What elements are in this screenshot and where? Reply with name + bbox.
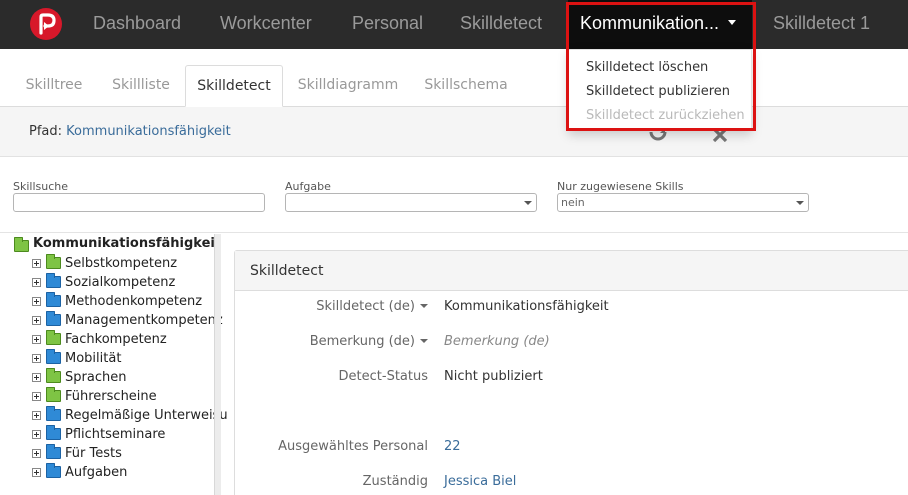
- expand-icon[interactable]: [32, 259, 41, 268]
- skilldetect-de-label[interactable]: Skilldetect (de): [228, 299, 428, 314]
- tree-root-label: Kommunikationsfähigkeit: [33, 236, 222, 251]
- tree-item-label: Fachkompetenz: [65, 332, 167, 347]
- tree-item-label: Pflichtseminare: [65, 427, 166, 442]
- nav-workcenter[interactable]: Workcenter: [220, 0, 312, 49]
- panel-title: Skilldetect: [250, 263, 324, 279]
- tree-item-label: Regelmäßige Unterweisu: [65, 408, 228, 423]
- tab-skilltree[interactable]: Skilltree: [16, 65, 92, 107]
- ausgewaehltes-personal-link[interactable]: 22: [444, 439, 461, 454]
- skillsuche-input[interactable]: [13, 193, 265, 212]
- caret-down-icon: [728, 20, 737, 26]
- bemerkung-de-label[interactable]: Bemerkung (de): [228, 334, 428, 349]
- folder-icon: [46, 292, 61, 307]
- bemerkung-de-value[interactable]: Bemerkung (de): [444, 334, 550, 349]
- tree-item-label: Aufgaben: [65, 465, 128, 480]
- skillsuche-label: Skillsuche: [13, 180, 69, 193]
- breadcrumb: Pfad: Kommunikationsfähigkeit: [29, 124, 231, 139]
- tree-root[interactable]: Kommunikationsfähigkeit: [14, 236, 221, 252]
- chevron-down-icon: [524, 201, 532, 205]
- row-label-text: Skilldetect (de): [316, 299, 415, 314]
- menu-item-skilldetect-publizieren[interactable]: Skilldetect publizieren: [586, 84, 730, 99]
- caret-down-icon: [420, 338, 428, 343]
- folder-icon: [46, 311, 61, 326]
- tab-bar: Skilltree Skillliste Skilldetect Skilldi…: [0, 49, 908, 107]
- menu-item-skilldetect-zurueckziehen: Skilldetect zurückziehen: [586, 108, 745, 123]
- folder-icon: [46, 463, 61, 478]
- app-root: Dashboard Workcenter Personal Skilldetec…: [0, 0, 908, 495]
- folder-icon: [46, 387, 61, 402]
- logo-icon: [39, 13, 56, 35]
- panel-header: Skilldetect: [235, 251, 908, 291]
- tree-scrollbar[interactable]: [214, 234, 221, 495]
- tree-item-label: Managementkompetenz: [65, 313, 223, 328]
- folder-icon: [46, 406, 61, 421]
- nav-personal[interactable]: Personal: [352, 0, 423, 49]
- zugewiesen-select[interactable]: nein: [557, 193, 809, 212]
- kommunikation-dropdown-menu: Skilldetect löschen Skilldetect publizie…: [568, 49, 752, 131]
- folder-icon: [46, 273, 61, 288]
- top-navbar: Dashboard Workcenter Personal Skilldetec…: [0, 0, 908, 49]
- folder-icon: [46, 368, 61, 383]
- expand-icon[interactable]: [32, 392, 41, 401]
- caret-down-icon: [420, 303, 428, 308]
- tab-skillliste[interactable]: Skillliste: [104, 65, 178, 107]
- expand-icon[interactable]: [32, 449, 41, 458]
- app-logo[interactable]: [30, 8, 62, 40]
- nav-kommunikation-label: Kommunikation...: [580, 13, 720, 33]
- zustaendig-link[interactable]: Jessica Biel: [444, 474, 516, 489]
- nav-skilldetect-1[interactable]: Skilldetect 1: [773, 0, 870, 49]
- nav-skilldetect[interactable]: Skilldetect: [460, 0, 542, 49]
- tree-item-label: Selbstkompetenz: [65, 256, 178, 271]
- path-label: Pfad:: [29, 124, 63, 139]
- path-value-link[interactable]: Kommunikationsfähigkeit: [66, 124, 231, 139]
- tree-item-label: Führerscheine: [65, 389, 157, 404]
- row-label-text: Bemerkung (de): [309, 334, 415, 349]
- menu-item-skilldetect-loeschen[interactable]: Skilldetect löschen: [586, 60, 708, 75]
- chevron-down-icon: [796, 201, 804, 205]
- skilldetect-de-value[interactable]: Kommunikationsfähigkeit: [444, 299, 609, 314]
- nav-dashboard[interactable]: Dashboard: [93, 0, 181, 49]
- expand-icon[interactable]: [32, 297, 41, 306]
- expand-icon[interactable]: [32, 468, 41, 477]
- expand-icon[interactable]: [32, 278, 41, 287]
- folder-icon: [14, 237, 29, 252]
- expand-icon[interactable]: [32, 411, 41, 420]
- aufgabe-label: Aufgabe: [285, 180, 331, 193]
- tree-item-label: Sozialkompetenz: [65, 275, 176, 290]
- tree-item-label: Methodenkompetenz: [65, 294, 203, 309]
- expand-icon[interactable]: [32, 335, 41, 344]
- folder-icon: [46, 254, 61, 269]
- tab-skilldiagramm[interactable]: Skilldiagramm: [292, 65, 404, 107]
- tree-item-label: Mobilität: [65, 351, 122, 366]
- tree-item-label: Für Tests: [65, 446, 122, 461]
- expand-icon[interactable]: [32, 373, 41, 382]
- path-bar: Pfad: Kommunikationsfähigkeit: [0, 107, 908, 157]
- detect-status-value: Nicht publiziert: [444, 369, 543, 384]
- expand-icon[interactable]: [32, 430, 41, 439]
- tab-skilldetect[interactable]: Skilldetect: [185, 65, 283, 107]
- aufgabe-select[interactable]: [285, 193, 537, 212]
- folder-icon: [46, 349, 61, 364]
- divider: [0, 232, 908, 233]
- folder-icon: [46, 425, 61, 440]
- tree-item-label: Sprachen: [65, 370, 127, 385]
- zugewiesen-value: nein: [561, 196, 585, 209]
- nav-kommunikation-dropdown[interactable]: Kommunikation...: [568, 0, 752, 49]
- expand-icon[interactable]: [32, 354, 41, 363]
- detect-status-label: Detect-Status: [338, 369, 428, 384]
- folder-icon: [46, 444, 61, 459]
- zugewiesen-label: Nur zugewiesene Skills: [557, 180, 684, 193]
- tab-skillschema[interactable]: Skillschema: [414, 65, 518, 107]
- zustaendig-label: Zuständig: [362, 474, 428, 489]
- expand-icon[interactable]: [32, 316, 41, 325]
- ausgewaehltes-personal-label: Ausgewähltes Personal: [278, 439, 428, 454]
- folder-icon: [46, 330, 61, 345]
